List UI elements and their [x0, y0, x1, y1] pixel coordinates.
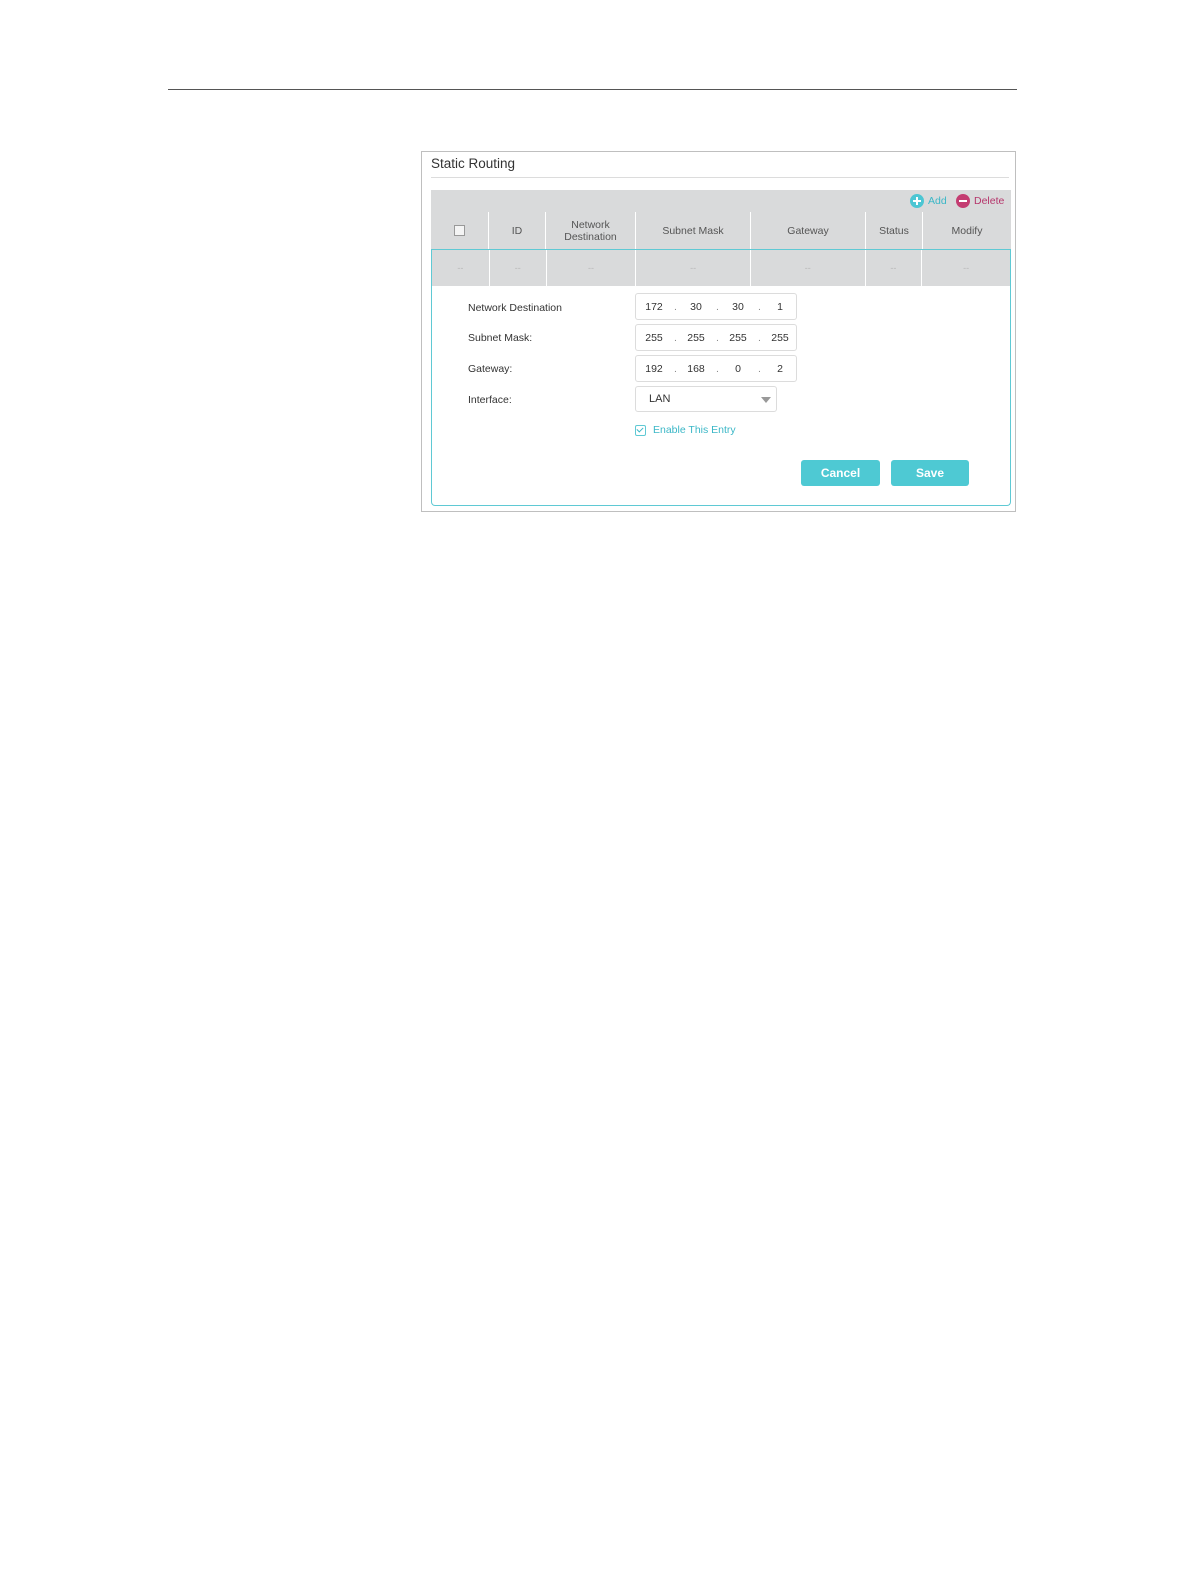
empty-cell: -- — [751, 250, 866, 286]
subnet-mask-input[interactable]: 255 . 255 . 255 . 255 — [635, 324, 797, 351]
table-header: ID Network Destination Subnet Mask Gatew… — [431, 212, 1011, 249]
ip-octet[interactable]: 30 — [681, 301, 711, 313]
add-button[interactable]: Add — [910, 190, 947, 212]
add-label: Add — [928, 195, 947, 207]
enable-entry-toggle[interactable]: Enable This Entry — [635, 424, 736, 436]
empty-cell: -- — [866, 250, 923, 286]
plus-circle-icon — [910, 194, 924, 208]
gateway-input[interactable]: 192 . 168 . 0 . 2 — [635, 355, 797, 382]
table-row: -- -- -- -- -- -- -- — [431, 249, 1011, 286]
header-gateway: Gateway — [751, 212, 866, 249]
interface-label: Interface: — [468, 394, 512, 406]
ip-octet[interactable]: 255 — [723, 332, 753, 344]
gateway-label: Gateway: — [468, 363, 513, 375]
empty-cell: -- — [963, 263, 970, 273]
ip-octet[interactable]: 255 — [639, 332, 669, 344]
empty-cell: -- — [547, 250, 637, 286]
interface-value: LAN — [649, 393, 671, 405]
minus-circle-icon — [956, 194, 970, 208]
ip-dot: . — [674, 301, 677, 313]
header-subnet-mask: Subnet Mask — [636, 212, 751, 249]
header-network-destination-label: Network Destination — [564, 218, 617, 243]
header-modify: Modify — [951, 224, 983, 237]
ip-dot: . — [674, 363, 677, 375]
ip-octet[interactable]: 30 — [723, 301, 753, 313]
empty-cell: -- — [636, 250, 751, 286]
delete-button[interactable]: Delete — [956, 190, 1004, 212]
ip-octet[interactable]: 2 — [765, 363, 795, 375]
route-edit-form: Network Destination 172 . 30 . 30 . 1 Su… — [431, 286, 1011, 506]
table-toolbar: Add Delete — [431, 190, 1011, 212]
empty-cell: -- — [490, 250, 547, 286]
ip-dot: . — [716, 301, 719, 313]
ip-octet[interactable]: 168 — [681, 363, 711, 375]
static-routing-panel: Static Routing Add Delete ID Network Des… — [421, 151, 1016, 512]
ip-octet[interactable]: 172 — [639, 301, 669, 313]
interface-select[interactable]: LAN — [635, 386, 777, 412]
title-divider — [431, 177, 1009, 178]
subnet-mask-label: Subnet Mask: — [468, 332, 533, 344]
header-status: Status — [866, 212, 923, 249]
ip-dot: . — [674, 332, 677, 344]
ip-octet[interactable]: 1 — [765, 301, 795, 313]
ip-octet[interactable]: 0 — [723, 363, 753, 375]
cancel-button[interactable]: Cancel — [801, 460, 880, 486]
enable-entry-label: Enable This Entry — [653, 424, 736, 436]
network-destination-input[interactable]: 172 . 30 . 30 . 1 — [635, 293, 797, 320]
select-all-checkbox[interactable] — [454, 225, 465, 236]
header-network-destination: Network Destination — [546, 212, 636, 249]
chevron-down-icon — [761, 397, 771, 403]
enable-entry-checkbox[interactable] — [635, 424, 646, 436]
ip-octet[interactable]: 255 — [765, 332, 795, 344]
page-top-rule — [168, 89, 1017, 90]
ip-dot: . — [758, 301, 761, 313]
delete-label: Delete — [974, 195, 1005, 207]
ip-dot: . — [758, 332, 761, 344]
ip-octet[interactable]: 255 — [681, 332, 711, 344]
header-select-all[interactable] — [431, 212, 489, 249]
empty-cell: -- — [432, 250, 490, 286]
save-button[interactable]: Save — [891, 460, 969, 486]
panel-title: Static Routing — [431, 156, 516, 171]
ip-dot: . — [716, 332, 719, 344]
network-destination-label: Network Destination — [468, 302, 562, 314]
ip-octet[interactable]: 192 — [639, 363, 669, 375]
header-id: ID — [489, 212, 546, 249]
ip-dot: . — [716, 363, 719, 375]
ip-dot: . — [758, 363, 761, 375]
